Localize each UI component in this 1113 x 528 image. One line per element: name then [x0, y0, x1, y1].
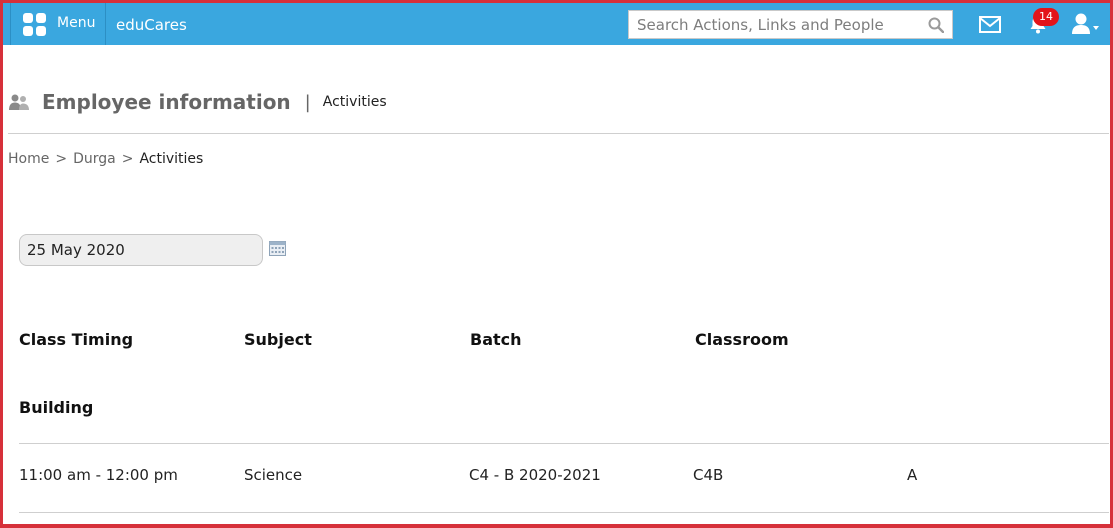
search-box: [628, 10, 953, 39]
breadcrumb-home[interactable]: Home: [8, 151, 49, 167]
title-separator: |: [304, 91, 311, 113]
cell-classroom: C4B: [693, 466, 724, 484]
table-header-divider: [19, 443, 1109, 444]
column-header-batch: Batch: [470, 330, 522, 349]
column-header-building: Building: [19, 398, 94, 417]
search-icon[interactable]: [928, 17, 944, 33]
breadcrumb-durga[interactable]: Durga: [73, 151, 116, 167]
page-subtitle: Activities: [322, 94, 387, 110]
date-input[interactable]: 25 May 2020: [19, 234, 263, 266]
page-title: Employee information: [42, 90, 291, 114]
cell-batch: C4 - B 2020-2021: [469, 466, 601, 484]
breadcrumb-current: Activities: [139, 151, 204, 167]
calendar-icon[interactable]: [269, 240, 286, 256]
cell-subject: Science: [244, 466, 303, 484]
breadcrumb-separator: >: [121, 151, 134, 167]
breadcrumb: Home > Durga > Activities: [8, 151, 203, 167]
header-divider: [8, 133, 1109, 134]
page-header: Employee information | Activities: [8, 87, 387, 117]
mail-icon[interactable]: [979, 16, 1001, 33]
table-row-divider: [19, 512, 1109, 513]
user-icon[interactable]: [1070, 12, 1100, 36]
column-header-subject: Subject: [244, 330, 312, 349]
cell-class-timing: 11:00 am - 12:00 pm: [19, 466, 178, 484]
notification-count-badge[interactable]: 14: [1033, 8, 1059, 26]
breadcrumb-separator: >: [55, 151, 68, 167]
column-header-classroom: Classroom: [695, 330, 789, 349]
menu-button[interactable]: Menu: [10, 3, 106, 45]
search-input[interactable]: [629, 11, 914, 38]
column-header-class-timing: Class Timing: [19, 330, 134, 349]
menu-label: Menu: [57, 15, 96, 31]
people-icon: [9, 94, 29, 110]
grid-icon: [23, 13, 46, 36]
top-navigation-bar: Menu eduCares 14: [3, 3, 1110, 45]
cell-building: A: [907, 466, 918, 484]
brand-link[interactable]: eduCares: [116, 16, 187, 34]
